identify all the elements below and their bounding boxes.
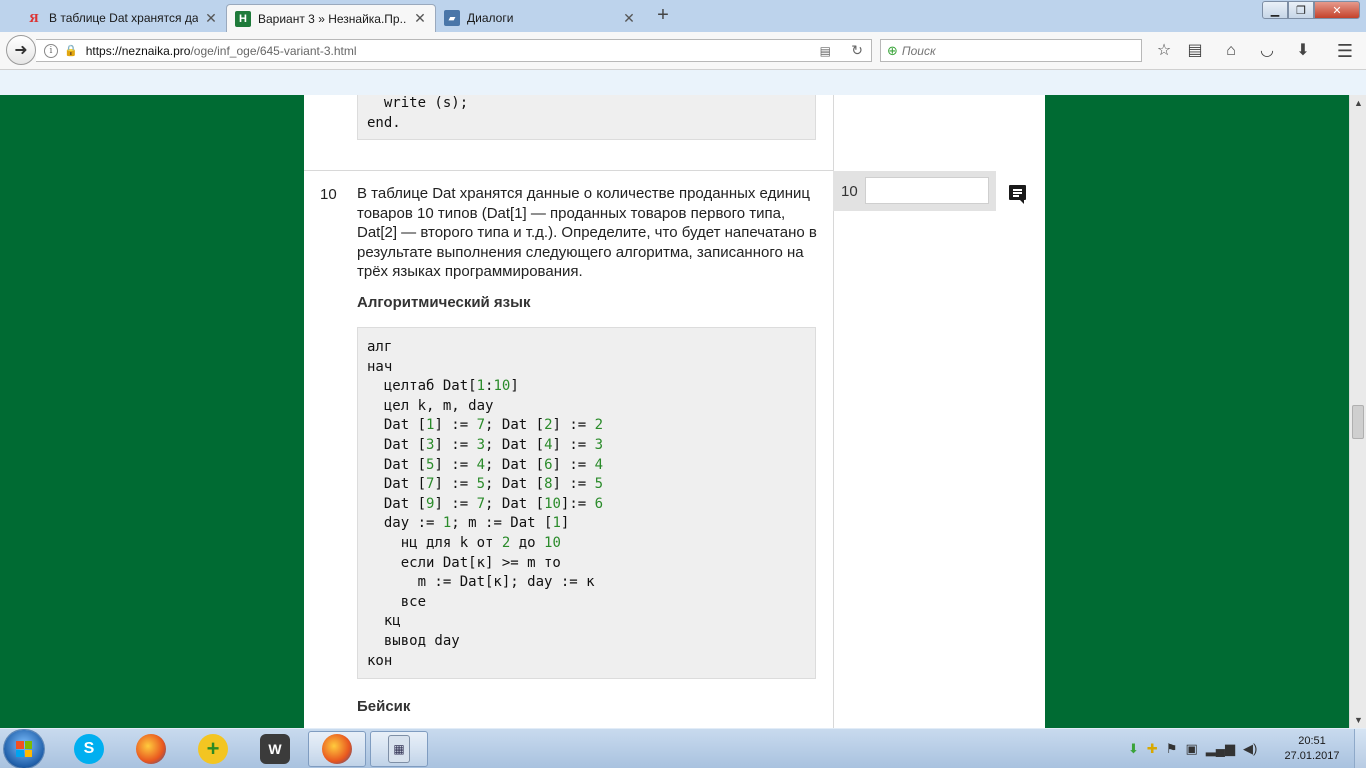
answer-number: 10	[841, 183, 858, 200]
close-icon[interactable]: ✕	[204, 10, 218, 27]
network-icon[interactable]: ▂▄▆	[1206, 741, 1235, 757]
tab-yandex[interactable]: Я В таблице Dat хранятся да... ✕	[18, 4, 226, 32]
volume-icon[interactable]: ◀)	[1243, 741, 1257, 757]
code-line: m := Dat[к]; day := к	[367, 574, 595, 591]
scroll-up-icon[interactable]: ▲	[1354, 98, 1363, 108]
pocket-icon[interactable]: ◡	[1256, 40, 1278, 62]
code-line: если Dat[к] >= m то	[367, 554, 561, 571]
code-line: Dat [5] := 4; Dat [6] := 4	[367, 456, 604, 473]
page-scrollbar[interactable]: ▲ ▼	[1349, 95, 1366, 728]
code-line: end.	[367, 114, 401, 131]
code-line: Dat [9] := 7; Dat [10]:= 6	[367, 495, 604, 512]
skype-icon: S	[74, 734, 104, 764]
address-bar[interactable]: i 🔒 https://neznaika.pro/oge/inf_oge/645…	[36, 39, 872, 62]
close-icon[interactable]: ✕	[413, 10, 427, 27]
download-icon[interactable]: ⬇	[1292, 40, 1314, 62]
code-line: алг	[367, 339, 393, 355]
taskbar-skype[interactable]: S	[60, 731, 118, 767]
question-number: 10	[320, 186, 337, 203]
taskbar-agent[interactable]: +	[184, 731, 242, 767]
tab-bar: Я В таблице Dat хранятся да... ✕ H Вариа…	[0, 0, 1366, 32]
vk-icon: ▰	[444, 10, 460, 26]
search-input[interactable]	[901, 43, 1122, 58]
taskbar-firefox-active[interactable]	[308, 731, 366, 767]
show-desktop-button[interactable]	[1354, 729, 1366, 768]
search-bar[interactable]: ⊕	[880, 39, 1142, 62]
question-text: В таблице Dat хранятся данные о количест…	[357, 185, 817, 281]
previous-code-block: write (s); end.	[357, 95, 816, 140]
tab-neznaika[interactable]: H Вариант 3 » Незнайка.Пр... ✕	[226, 4, 436, 32]
code-line: нц для k от 2 до 10	[367, 534, 561, 551]
question-divider	[304, 170, 833, 171]
windows-taskbar: S + W ▦ ⬇ ✚ ⚑ ▣ ▂▄▆ ◀) 20:51 27.01.2017	[0, 728, 1366, 768]
window-minimize-button[interactable]: ▁	[1262, 1, 1288, 19]
code-line: все	[367, 593, 427, 610]
start-button[interactable]	[4, 730, 44, 768]
tab-title: Вариант 3 » Незнайка.Пр...	[258, 11, 407, 26]
code-line: цел k, m, day	[367, 397, 494, 414]
site-header-band	[0, 70, 1366, 95]
code-line: кон	[367, 652, 393, 669]
yandex-icon: Я	[29, 11, 39, 25]
code-line: целтаб Dat[1:10]	[367, 378, 519, 395]
home-icon[interactable]: ⌂	[1220, 40, 1242, 62]
taskbar-world-of-tanks[interactable]: W	[246, 731, 304, 767]
alg-code-block: алг нач целтаб Dat[1:10] цел k, m, day Da…	[357, 327, 816, 679]
new-tab-button[interactable]: +	[652, 4, 674, 28]
windows-logo-icon	[16, 741, 32, 757]
system-tray: ⬇ ✚ ⚑ ▣ ▂▄▆ ◀)	[1128, 729, 1257, 768]
menu-icon[interactable]: ☰	[1334, 40, 1356, 62]
firefox-icon	[136, 734, 166, 764]
reader-view-icon[interactable]: ▤	[820, 44, 831, 58]
lock-icon: 🔒	[64, 45, 78, 57]
scrollbar-thumb[interactable]	[1352, 405, 1364, 439]
code-line: write (s);	[367, 95, 469, 111]
tab-dialogs[interactable]: ▰ Диалоги ✕	[436, 4, 644, 32]
search-engine-icon[interactable]: ⊕	[887, 43, 898, 59]
tanks-icon: W	[260, 734, 290, 764]
navigation-bar: ➜ i 🔒 https://neznaika.pro/oge/inf_oge/6…	[0, 32, 1366, 70]
alg-language-heading: Алгоритмический язык	[357, 294, 531, 311]
agent-tray-icon[interactable]: ✚	[1147, 741, 1158, 757]
reload-icon[interactable]: ↻	[851, 42, 863, 59]
close-icon[interactable]: ✕	[622, 10, 636, 27]
window-maximize-button[interactable]: ❐	[1288, 1, 1314, 19]
code-line: кц	[367, 613, 401, 630]
neznaika-icon: H	[235, 10, 251, 27]
bookmarks-list-icon[interactable]: ▤	[1184, 40, 1206, 62]
url-text[interactable]: https://neznaika.pro/oge/inf_oge/645-var…	[86, 44, 357, 58]
page-content: write (s); end. 10 В таблице Dat хранятся…	[304, 95, 1045, 728]
answer-box: 10	[833, 171, 996, 211]
download-tray-icon[interactable]: ⬇	[1128, 741, 1139, 757]
taskbar-calculator[interactable]: ▦	[370, 731, 428, 767]
arrow-left-icon: ➜	[14, 42, 28, 59]
code-line: нач	[367, 358, 393, 375]
calculator-icon: ▦	[388, 735, 410, 763]
tab-title: В таблице Dat хранятся да...	[49, 11, 198, 25]
code-line: day := 1; m := Dat [1]	[367, 515, 570, 532]
clock-date: 27.01.2017	[1284, 750, 1340, 762]
system-clock[interactable]: 20:51 27.01.2017	[1282, 734, 1342, 764]
code-line: Dat [3] := 3; Dat [4] := 3	[367, 436, 604, 453]
answer-input[interactable]	[865, 177, 989, 204]
scroll-down-icon[interactable]: ▼	[1354, 715, 1363, 725]
taskbar-firefox[interactable]	[122, 731, 180, 767]
tab-title: Диалоги	[467, 11, 514, 25]
comment-icon[interactable]	[1009, 185, 1026, 204]
flag-icon[interactable]: ⚑	[1166, 741, 1178, 757]
code-line: Dat [1] := 7; Dat [2] := 2	[367, 417, 604, 434]
clock-time: 20:51	[1298, 735, 1326, 747]
window-close-button[interactable]: ✕	[1314, 1, 1360, 19]
back-button[interactable]: ➜	[6, 35, 36, 65]
basic-heading: Бейсик	[357, 698, 411, 715]
bookmark-star-icon[interactable]: ☆	[1153, 40, 1175, 62]
plus-icon: +	[198, 734, 228, 764]
code-line: вывод day	[367, 632, 460, 649]
device-icon[interactable]: ▣	[1185, 741, 1197, 757]
info-icon[interactable]: i	[44, 43, 58, 58]
code-line: Dat [7] := 5; Dat [8] := 5	[367, 476, 604, 493]
firefox-icon	[322, 734, 352, 764]
